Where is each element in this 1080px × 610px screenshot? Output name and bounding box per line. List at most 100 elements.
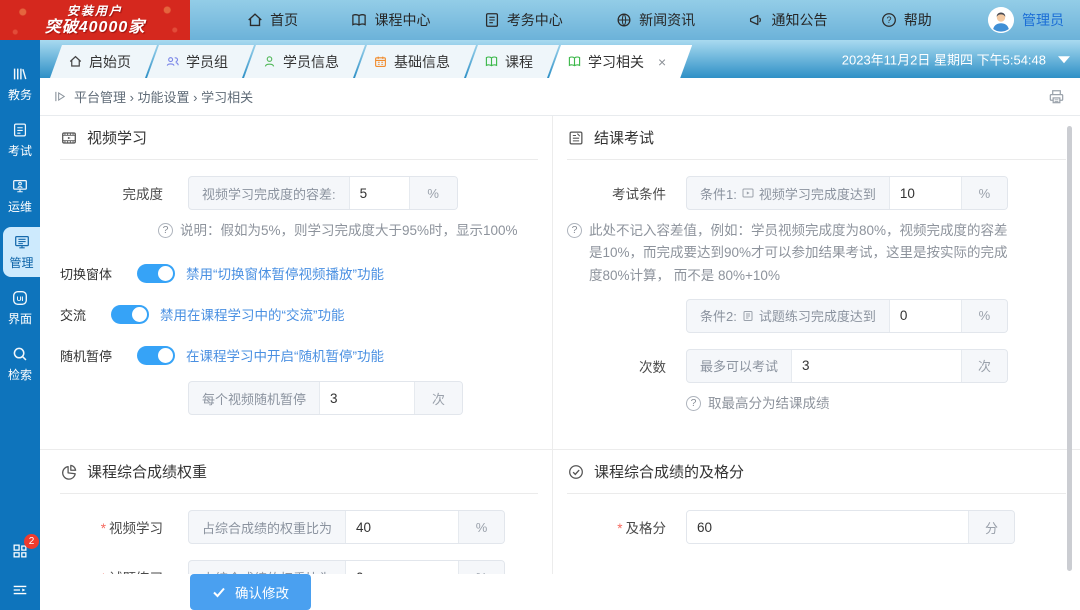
tab-label: 学员信息: [283, 52, 339, 72]
breadcrumb: 平台管理 › 功能设置 › 学习相关: [74, 87, 253, 106]
tab-student-group[interactable]: 学员组: [147, 45, 254, 78]
tab-basic-info[interactable]: 基础信息: [355, 45, 476, 78]
section-pass-score: 课程综合成绩的及格分 *及格分 分: [553, 450, 1080, 574]
manage-monitor-icon: [13, 233, 31, 251]
close-icon[interactable]: ×: [658, 55, 666, 69]
field-label: 次数: [567, 356, 666, 376]
tabs: 启始页 学员组 学员信息 基础信息: [40, 45, 682, 78]
times-input-group: 最多可以考试 次: [686, 349, 1008, 383]
pass-score-input[interactable]: [687, 511, 968, 543]
nav-label: 帮助: [904, 10, 932, 30]
tab-learning-related[interactable]: 学习相关 ×: [549, 45, 692, 78]
completion-tolerance-input[interactable]: [349, 177, 409, 209]
nav-label: 课程中心: [374, 10, 430, 30]
top-bar: 安装用户 突破40000家 首页 课程中心 考务中心 新闻资讯 通知公告: [0, 0, 1080, 40]
window-switch-toggle[interactable]: [137, 264, 175, 283]
nav-item-help[interactable]: ? 帮助: [880, 10, 932, 30]
condition1-input-group: 条件1: 视频学习完成度达到 %: [686, 176, 1008, 210]
exam-paper-icon: [11, 121, 29, 139]
toggle-row-random-pause: 随机暂停 在课程学习中开启“随机暂停”功能: [60, 345, 538, 365]
pause-count-row: 每个视频随机暂停 次: [60, 381, 538, 415]
input-label: 占综合成绩的权重比为: [189, 561, 345, 574]
input-label: 视频学习完成度的容差:: [189, 177, 349, 209]
tab-label: 课程: [505, 52, 533, 72]
nav-label: 考务中心: [507, 10, 563, 30]
group-icon: [165, 54, 180, 69]
nav-item-exam-center[interactable]: 考务中心: [483, 10, 563, 30]
sidebar-item-ops[interactable]: 运维: [0, 171, 40, 221]
nav-item-course-center[interactable]: 课程中心: [350, 10, 430, 30]
completion-input-group: 视频学习完成度的容差: %: [188, 176, 458, 210]
top-nav: 首页 课程中心 考务中心 新闻资讯 通知公告 ? 帮助: [190, 0, 988, 40]
field-label: *及格分: [567, 517, 666, 537]
toggle-desc: 在课程学习中开启“随机暂停”功能: [186, 345, 384, 365]
max-exam-times-input[interactable]: [791, 350, 961, 382]
exam-condition-row: 考试条件 条件1: 视频学习完成度达到 %: [567, 176, 1066, 210]
menu-list-button[interactable]: [11, 581, 29, 602]
confirm-button[interactable]: 确认修改: [190, 574, 311, 610]
sidebar-item-manage[interactable]: 管理: [3, 227, 40, 277]
unit-label: 次: [961, 350, 1007, 382]
tab-label: 学习相关: [588, 52, 644, 72]
promo-banner-line1: 安装用户: [0, 4, 190, 18]
practice-weight-input[interactable]: [345, 561, 458, 574]
nav-label: 新闻资讯: [639, 10, 695, 30]
pause-count-input[interactable]: [319, 382, 414, 414]
check-icon: [212, 585, 226, 599]
print-icon[interactable]: [1047, 87, 1066, 106]
sidebar-label: 考试: [8, 142, 32, 159]
exam-center-icon: [483, 11, 501, 29]
news-icon: [615, 11, 633, 29]
home-icon: [68, 54, 83, 69]
required-asterisk: *: [101, 521, 106, 536]
book-icon: [567, 54, 582, 69]
practice-weight-input-group: 占综合成绩的权重比为 %: [188, 560, 505, 574]
nav-item-announcement[interactable]: 通知公告: [747, 10, 827, 30]
condition1-input[interactable]: [889, 177, 961, 209]
condition2-row: 条件2: 试题练习完成度达到 %: [567, 299, 1066, 333]
search-icon: [11, 345, 29, 363]
tab-list-dropdown-icon[interactable]: [1058, 56, 1070, 63]
user-name: 管理员: [1022, 10, 1064, 30]
tab-start-page[interactable]: 启始页: [50, 45, 157, 78]
sidebar-item-exam[interactable]: 考试: [0, 115, 40, 165]
random-pause-toggle[interactable]: [137, 346, 175, 365]
input-label: 最多可以考试: [687, 350, 791, 382]
condition-help: ? 此处不记入容差值，例如：学员视频完成度为80%，视频完成度的容差是10%，而…: [567, 220, 1066, 287]
sidebar-item-search[interactable]: 检索: [0, 339, 40, 389]
communication-toggle[interactable]: [111, 305, 149, 324]
breadcrumb-icon: [54, 90, 67, 103]
apps-grid-button[interactable]: 2: [11, 542, 29, 563]
section-title: 结课考试: [594, 127, 654, 148]
svg-text:?: ?: [886, 15, 891, 25]
avatar: [988, 7, 1014, 33]
section-title: 课程综合成绩权重: [87, 461, 207, 482]
sidebar-item-academic[interactable]: 教务: [0, 59, 40, 109]
promo-banner-line2: 突破40000家: [0, 18, 190, 37]
breadcrumb-row: 平台管理 › 功能设置 › 学习相关: [40, 78, 1080, 116]
sidebar-bottom: 2: [0, 542, 40, 602]
section-header: 视频学习: [60, 116, 538, 160]
toggle-row-communication: 交流 禁用在课程学习中的“交流”功能: [60, 304, 538, 324]
vertical-scrollbar[interactable]: [1067, 126, 1072, 571]
pass-score-row: *及格分 分: [567, 510, 1066, 544]
section-final-exam: 结课考试 考试条件 条件1: 视频学习完成度达到: [553, 116, 1080, 450]
video-weight-input[interactable]: [345, 511, 458, 543]
tab-course[interactable]: 课程: [466, 45, 559, 78]
condition2-input[interactable]: [889, 300, 961, 332]
exam-times-row: 次数 最多可以考试 次: [567, 349, 1066, 383]
unit-label: 次: [414, 382, 462, 414]
nav-label: 通知公告: [771, 10, 827, 30]
footer-bar: 确认修改: [40, 574, 1080, 610]
sidebar-item-ui[interactable]: UI 界面: [0, 283, 40, 333]
nav-item-home[interactable]: 首页: [246, 10, 298, 30]
tab-student-info[interactable]: 学员信息: [244, 45, 365, 78]
completion-help: ? 说明：假如为5%，则学习完成度大于95%时，显示100%: [158, 220, 538, 242]
film-icon: [60, 129, 78, 147]
completion-row: 完成度 视频学习完成度的容差: %: [60, 176, 538, 210]
calendar-icon: [373, 54, 388, 69]
user-menu[interactable]: 管理员: [988, 0, 1080, 40]
tab-label: 学员组: [186, 52, 228, 72]
nav-item-news[interactable]: 新闻资讯: [615, 10, 695, 30]
toggle-desc: 禁用在课程学习中的“交流”功能: [160, 304, 345, 324]
